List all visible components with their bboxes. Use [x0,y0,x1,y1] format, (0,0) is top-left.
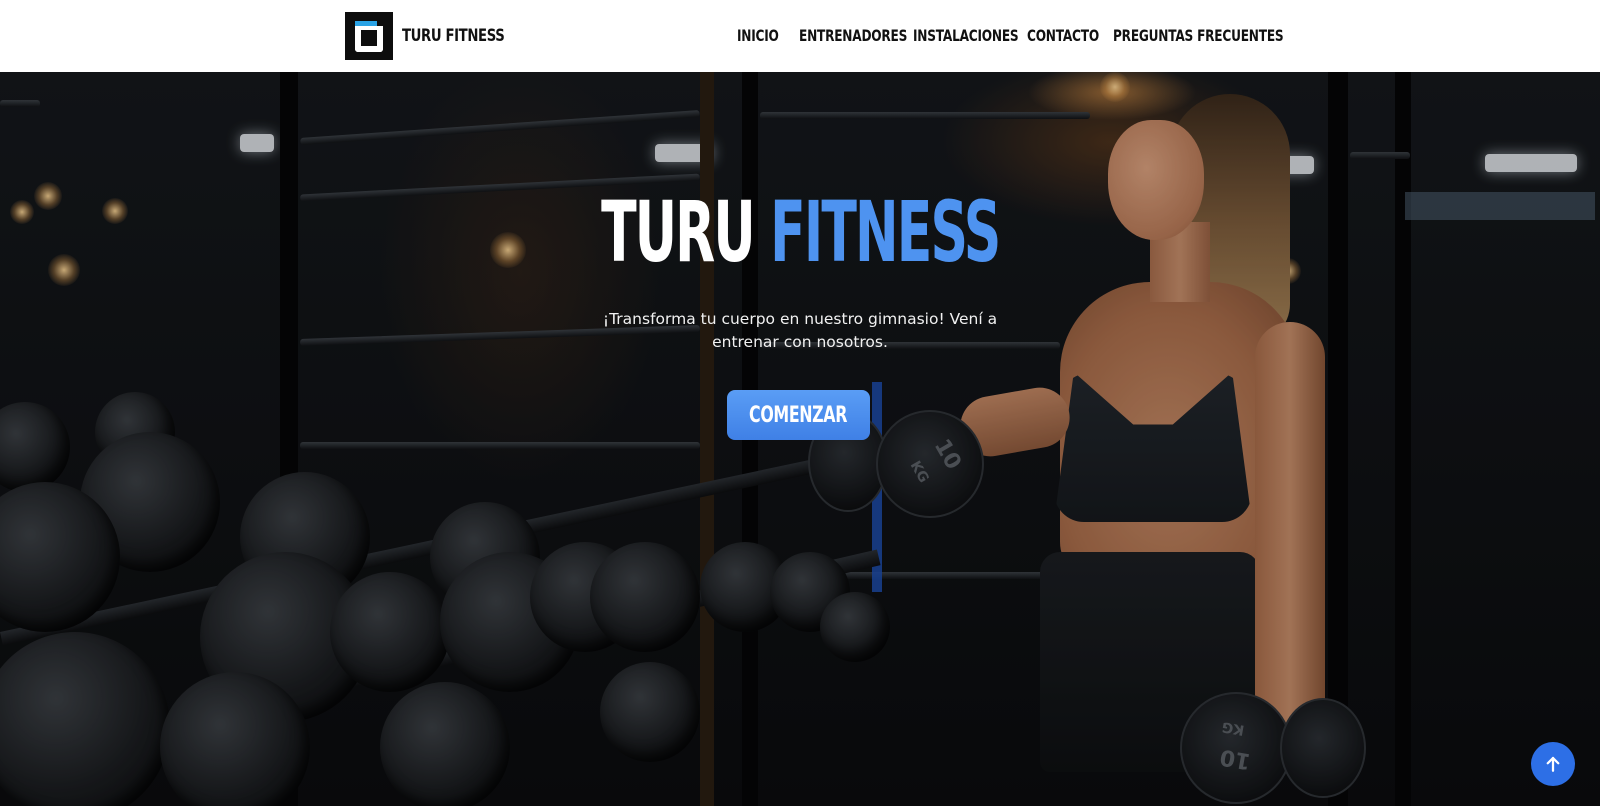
scroll-to-top-button[interactable] [1531,742,1575,786]
hero-content: TURU FITNESS ¡Transforma tu cuerpo en nu… [0,72,1600,806]
main-nav: INICIO ENTRENADORES INSTALACIONES CONTAC… [737,0,1284,72]
nav-link-contacto[interactable]: CONTACTO [1027,26,1099,45]
hero-title-blue: FITNESS [769,183,1001,281]
brand-logo-icon [345,12,393,60]
nav-link-inicio[interactable]: INICIO [737,26,779,45]
brand-name: TURU FITNESS [402,26,505,46]
arrow-up-icon [1546,756,1560,772]
hero-section: 10 KG 10 KG TURU FITNESS ¡Transforma tu … [0,72,1600,806]
comenzar-button-label: COMENZAR [749,402,848,428]
nav-link-instalaciones[interactable]: INSTALACIONES [913,26,1019,45]
nav-link-preguntas-frecuentes[interactable]: PREGUNTAS FRECUENTES [1113,26,1284,45]
navbar: TURU FITNESS INICIO ENTRENADORES INSTALA… [0,0,1600,72]
hero-subtitle: ¡Transforma tu cuerpo en nuestro gimnasi… [602,310,998,351]
nav-link-entrenadores[interactable]: ENTRENADORES [799,26,907,45]
comenzar-button[interactable]: COMENZAR [727,390,870,440]
hero-title: TURU FITNESS [0,190,1600,274]
hero-title-white: TURU [600,183,756,281]
brand-home-link[interactable]: TURU FITNESS [345,12,533,60]
